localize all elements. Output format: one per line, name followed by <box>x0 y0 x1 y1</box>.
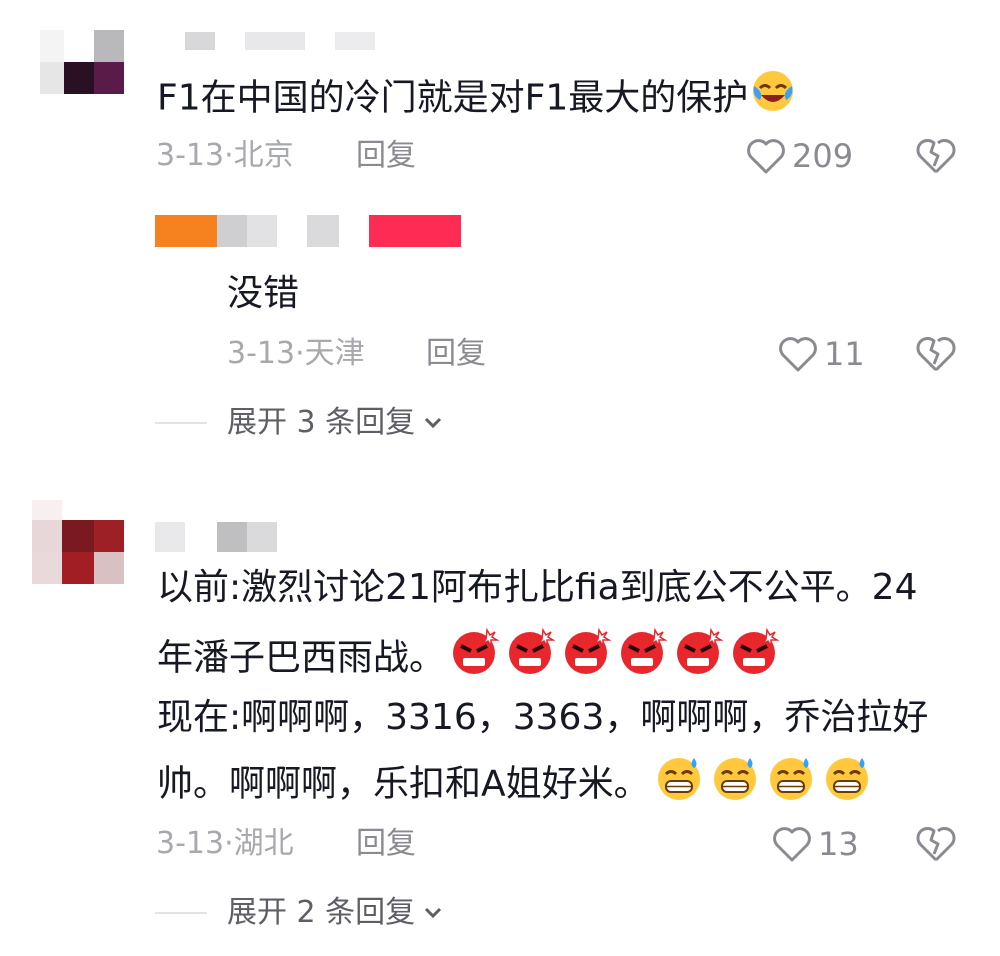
reply-meta: 3-13·天津 <box>227 334 365 374</box>
reply-username[interactable] <box>155 215 465 247</box>
broken-heart-icon[interactable] <box>916 824 956 864</box>
reply-button[interactable]: 回复 <box>356 824 416 864</box>
comment-meta: 3-13·湖北 <box>156 824 294 864</box>
expand-label: 展开 3 条回复 <box>227 405 416 440</box>
angry-face-emoji <box>505 626 556 693</box>
comment-text-line-2: 年潘子巴西雨战。 <box>157 626 780 693</box>
avatar[interactable] <box>32 500 124 584</box>
username[interactable] <box>155 522 280 552</box>
chevron-down-icon <box>425 417 442 429</box>
comment-location: 北京 <box>233 138 294 173</box>
grinning-sweat-emoji <box>710 752 760 819</box>
comment-text-line-1: 以前:激烈讨论21阿布扎比fia到底公不公平。24 <box>157 567 918 608</box>
angry-face-emoji <box>673 626 724 693</box>
comment-location: 湖北 <box>233 826 294 861</box>
angry-face-emoji <box>617 626 668 693</box>
avatar[interactable] <box>40 30 124 94</box>
grinning-sweat-emoji <box>766 752 816 819</box>
divider <box>155 422 207 424</box>
username[interactable] <box>185 32 395 50</box>
angry-face-emoji <box>561 626 612 693</box>
like-button[interactable]: 13 <box>772 824 859 864</box>
angry-face-emoji <box>729 626 780 693</box>
comment-text: F1在中国的冷门就是对F1最大的保护 <box>157 68 796 131</box>
comment-text-line-4: 帅。啊啊啊，乐扣和A姐好米。 <box>157 752 872 819</box>
grinning-sweat-emoji <box>822 752 872 819</box>
reply-text: 没错 <box>227 273 300 314</box>
expand-replies-button[interactable]: 展开 2 条回复 <box>155 893 447 933</box>
comment-meta: 3-13·北京 <box>156 136 294 176</box>
reply-location: 天津 <box>304 336 365 371</box>
like-count: 13 <box>818 825 859 863</box>
heart-icon <box>773 827 811 862</box>
heart-icon <box>747 139 785 174</box>
reply-like-button[interactable]: 11 <box>778 334 865 374</box>
reply-date: 3-13· <box>227 336 305 371</box>
expand-label: 展开 2 条回复 <box>227 895 416 930</box>
divider <box>155 912 207 914</box>
reply-button[interactable]: 回复 <box>356 136 416 176</box>
reply-reply-button[interactable]: 回复 <box>426 334 486 374</box>
chevron-down-icon <box>425 907 442 919</box>
like-count: 209 <box>792 137 854 175</box>
heart-icon <box>779 337 817 372</box>
comment-date: 3-13· <box>156 826 234 861</box>
broken-heart-icon[interactable] <box>916 334 956 374</box>
comment-date: 3-13· <box>156 138 234 173</box>
comment-text-line-3: 现在:啊啊啊，3316，3363，啊啊啊，乔治拉好 <box>157 697 929 738</box>
reply-like-count: 11 <box>824 335 865 373</box>
laughing-tears-emoji <box>750 68 796 131</box>
angry-face-emoji <box>449 626 500 693</box>
grinning-sweat-emoji <box>654 752 704 819</box>
expand-replies-button[interactable]: 展开 3 条回复 <box>155 403 447 443</box>
broken-heart-icon[interactable] <box>916 136 956 176</box>
like-button[interactable]: 209 <box>746 136 853 176</box>
